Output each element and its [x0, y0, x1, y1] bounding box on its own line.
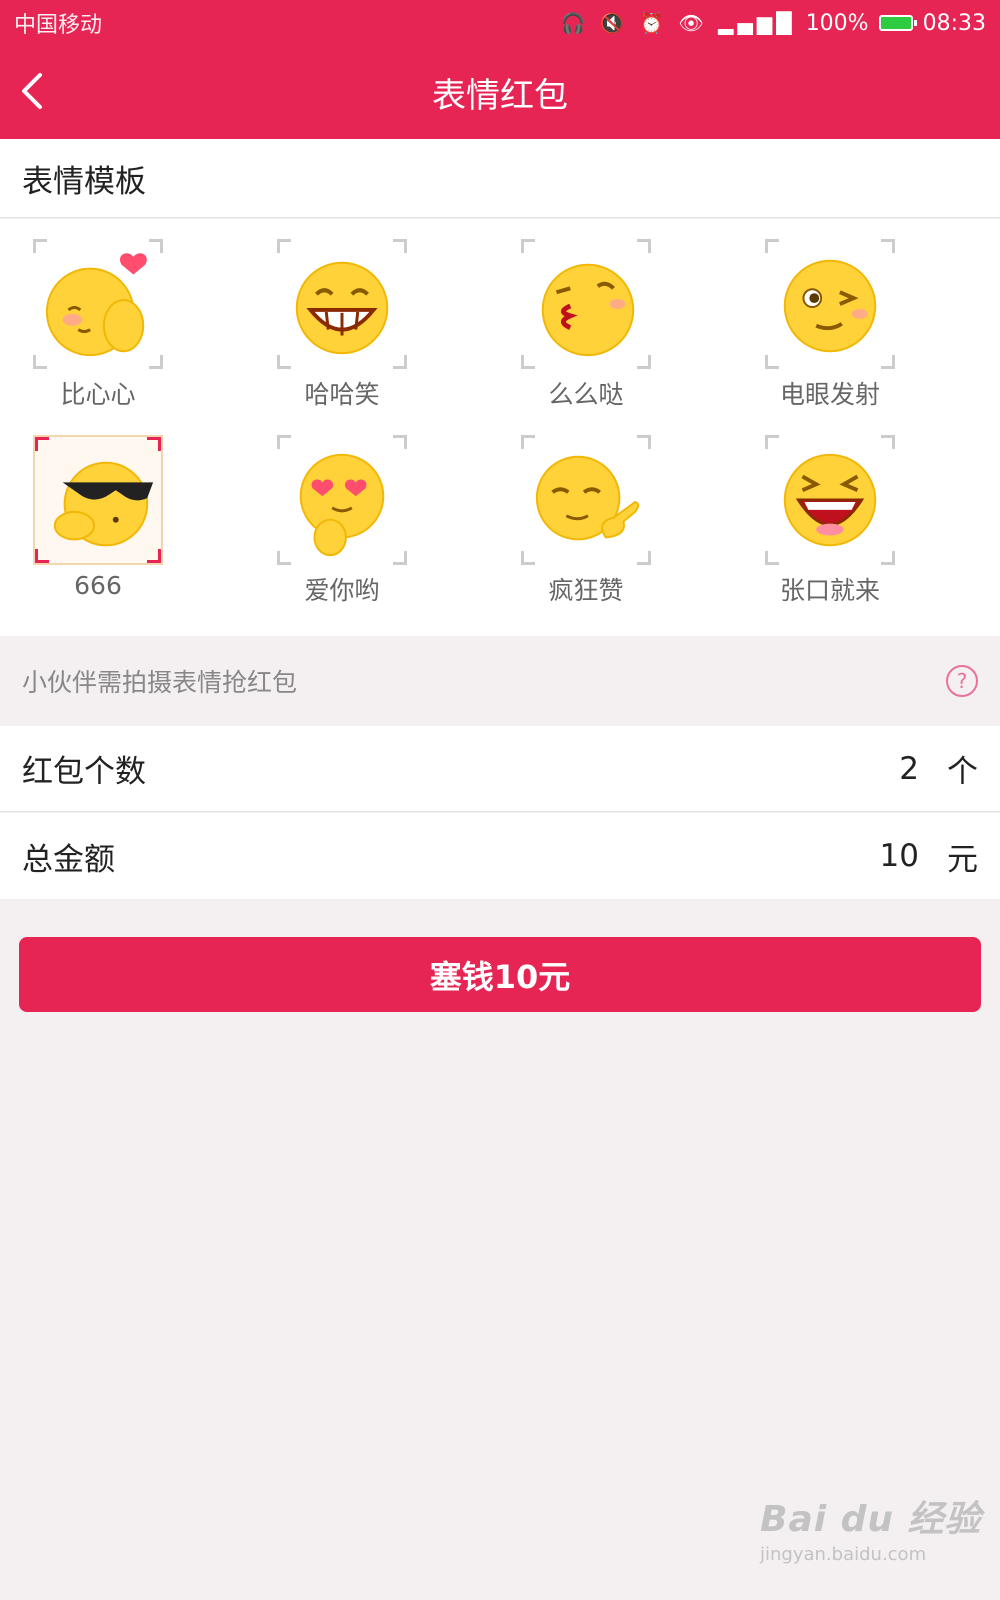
template-frame	[277, 239, 407, 369]
kiss-emoji-icon	[541, 263, 635, 357]
hint-text: 小伙伴需拍摄表情抢红包	[22, 668, 298, 697]
packet-count-input[interactable]: 2	[879, 751, 919, 787]
template-item-memeda[interactable]: 么么哒	[488, 219, 732, 415]
template-frame	[33, 239, 163, 369]
template-label: 电眼发射	[779, 380, 880, 409]
back-button[interactable]	[12, 68, 52, 114]
watermark-logo: Bai du 经验	[760, 1499, 982, 1540]
template-item-ainiyo[interactable]: 爱你哟	[244, 415, 488, 611]
packet-count-row[interactable]: 红包个数 2 个	[0, 726, 1000, 812]
total-amount-input[interactable]: 10	[879, 838, 919, 874]
template-frame	[765, 435, 895, 565]
template-frame	[521, 239, 651, 369]
clock: 08:33	[922, 10, 986, 36]
wink-emoji-icon	[783, 259, 877, 353]
status-bar: 中国移动 🎧 🔇 ⏰ 👁 ▂▄▆█ 100% 08:33	[0, 0, 1000, 46]
submit-money-button[interactable]: 塞钱10元	[19, 937, 981, 1012]
battery-icon	[878, 15, 917, 31]
chevron-left-icon	[22, 73, 42, 109]
template-frame	[277, 435, 407, 565]
help-icon[interactable]: ?	[946, 665, 978, 697]
heart-eyes-emoji-icon	[299, 453, 385, 557]
hint-row: 小伙伴需拍摄表情抢红包 ?	[0, 636, 1000, 726]
emoji-template-grid: 比心心 哈哈笑 么么哒 电眼发射 666 爱你哟 疯狂赞 张口就来	[0, 219, 1000, 636]
template-label: 比心心	[60, 380, 136, 409]
carrier-label: 中国移动	[14, 13, 103, 38]
template-item-dianyanfashe[interactable]: 电眼发射	[732, 219, 976, 415]
template-label: 爱你哟	[304, 576, 380, 605]
template-item-zhangkoujiulai[interactable]: 张口就来	[732, 415, 976, 611]
watermark-url: jingyan.baidu.com	[760, 1544, 927, 1565]
finger-heart-emoji-icon	[45, 253, 147, 357]
battery-percent: 100%	[805, 10, 869, 36]
total-amount-unit: 元	[947, 841, 978, 878]
template-frame	[521, 435, 651, 565]
total-amount-row[interactable]: 总金额 10 元	[0, 813, 1000, 899]
status-icons: 🎧 🔇 ⏰ 👁 ▂▄▆█	[560, 11, 796, 35]
packet-count-unit: 个	[947, 754, 978, 790]
template-label: 疯狂赞	[548, 576, 624, 605]
status-indicators: 🎧 🔇 ⏰ 👁 ▂▄▆█ 100% 08:33	[561, 11, 986, 36]
total-amount-label: 总金额	[22, 841, 115, 878]
template-item-hahaxiao[interactable]: 哈哈笑	[244, 219, 488, 415]
grin-emoji-icon	[295, 261, 389, 355]
sunglasses-emoji-icon	[53, 461, 154, 547]
template-item-fengkuangzan[interactable]: 疯狂赞	[488, 415, 732, 611]
nav-bar: 表情红包	[0, 46, 1000, 139]
template-item-666[interactable]: 666	[0, 415, 244, 611]
template-label: 么么哒	[548, 380, 624, 409]
template-section-title: 表情模板	[0, 139, 1000, 218]
template-frame	[765, 239, 895, 369]
template-frame	[33, 435, 163, 565]
template-label: 张口就来	[779, 576, 880, 605]
laughing-emoji-icon	[783, 453, 877, 547]
packet-count-label: 红包个数	[22, 754, 146, 790]
total-amount-value-group: 10 元	[879, 834, 978, 879]
template-label: 666	[74, 571, 122, 600]
template-item-bixinxin[interactable]: 比心心	[0, 219, 244, 415]
template-label: 哈哈笑	[304, 380, 380, 409]
thumbs-up-emoji-icon	[535, 455, 640, 541]
packet-count-value-group: 2 个	[879, 746, 978, 791]
baidu-jingyan-watermark: Bai du 经验 jingyan.baidu.com	[760, 1490, 982, 1565]
page-title: 表情红包	[432, 76, 568, 116]
